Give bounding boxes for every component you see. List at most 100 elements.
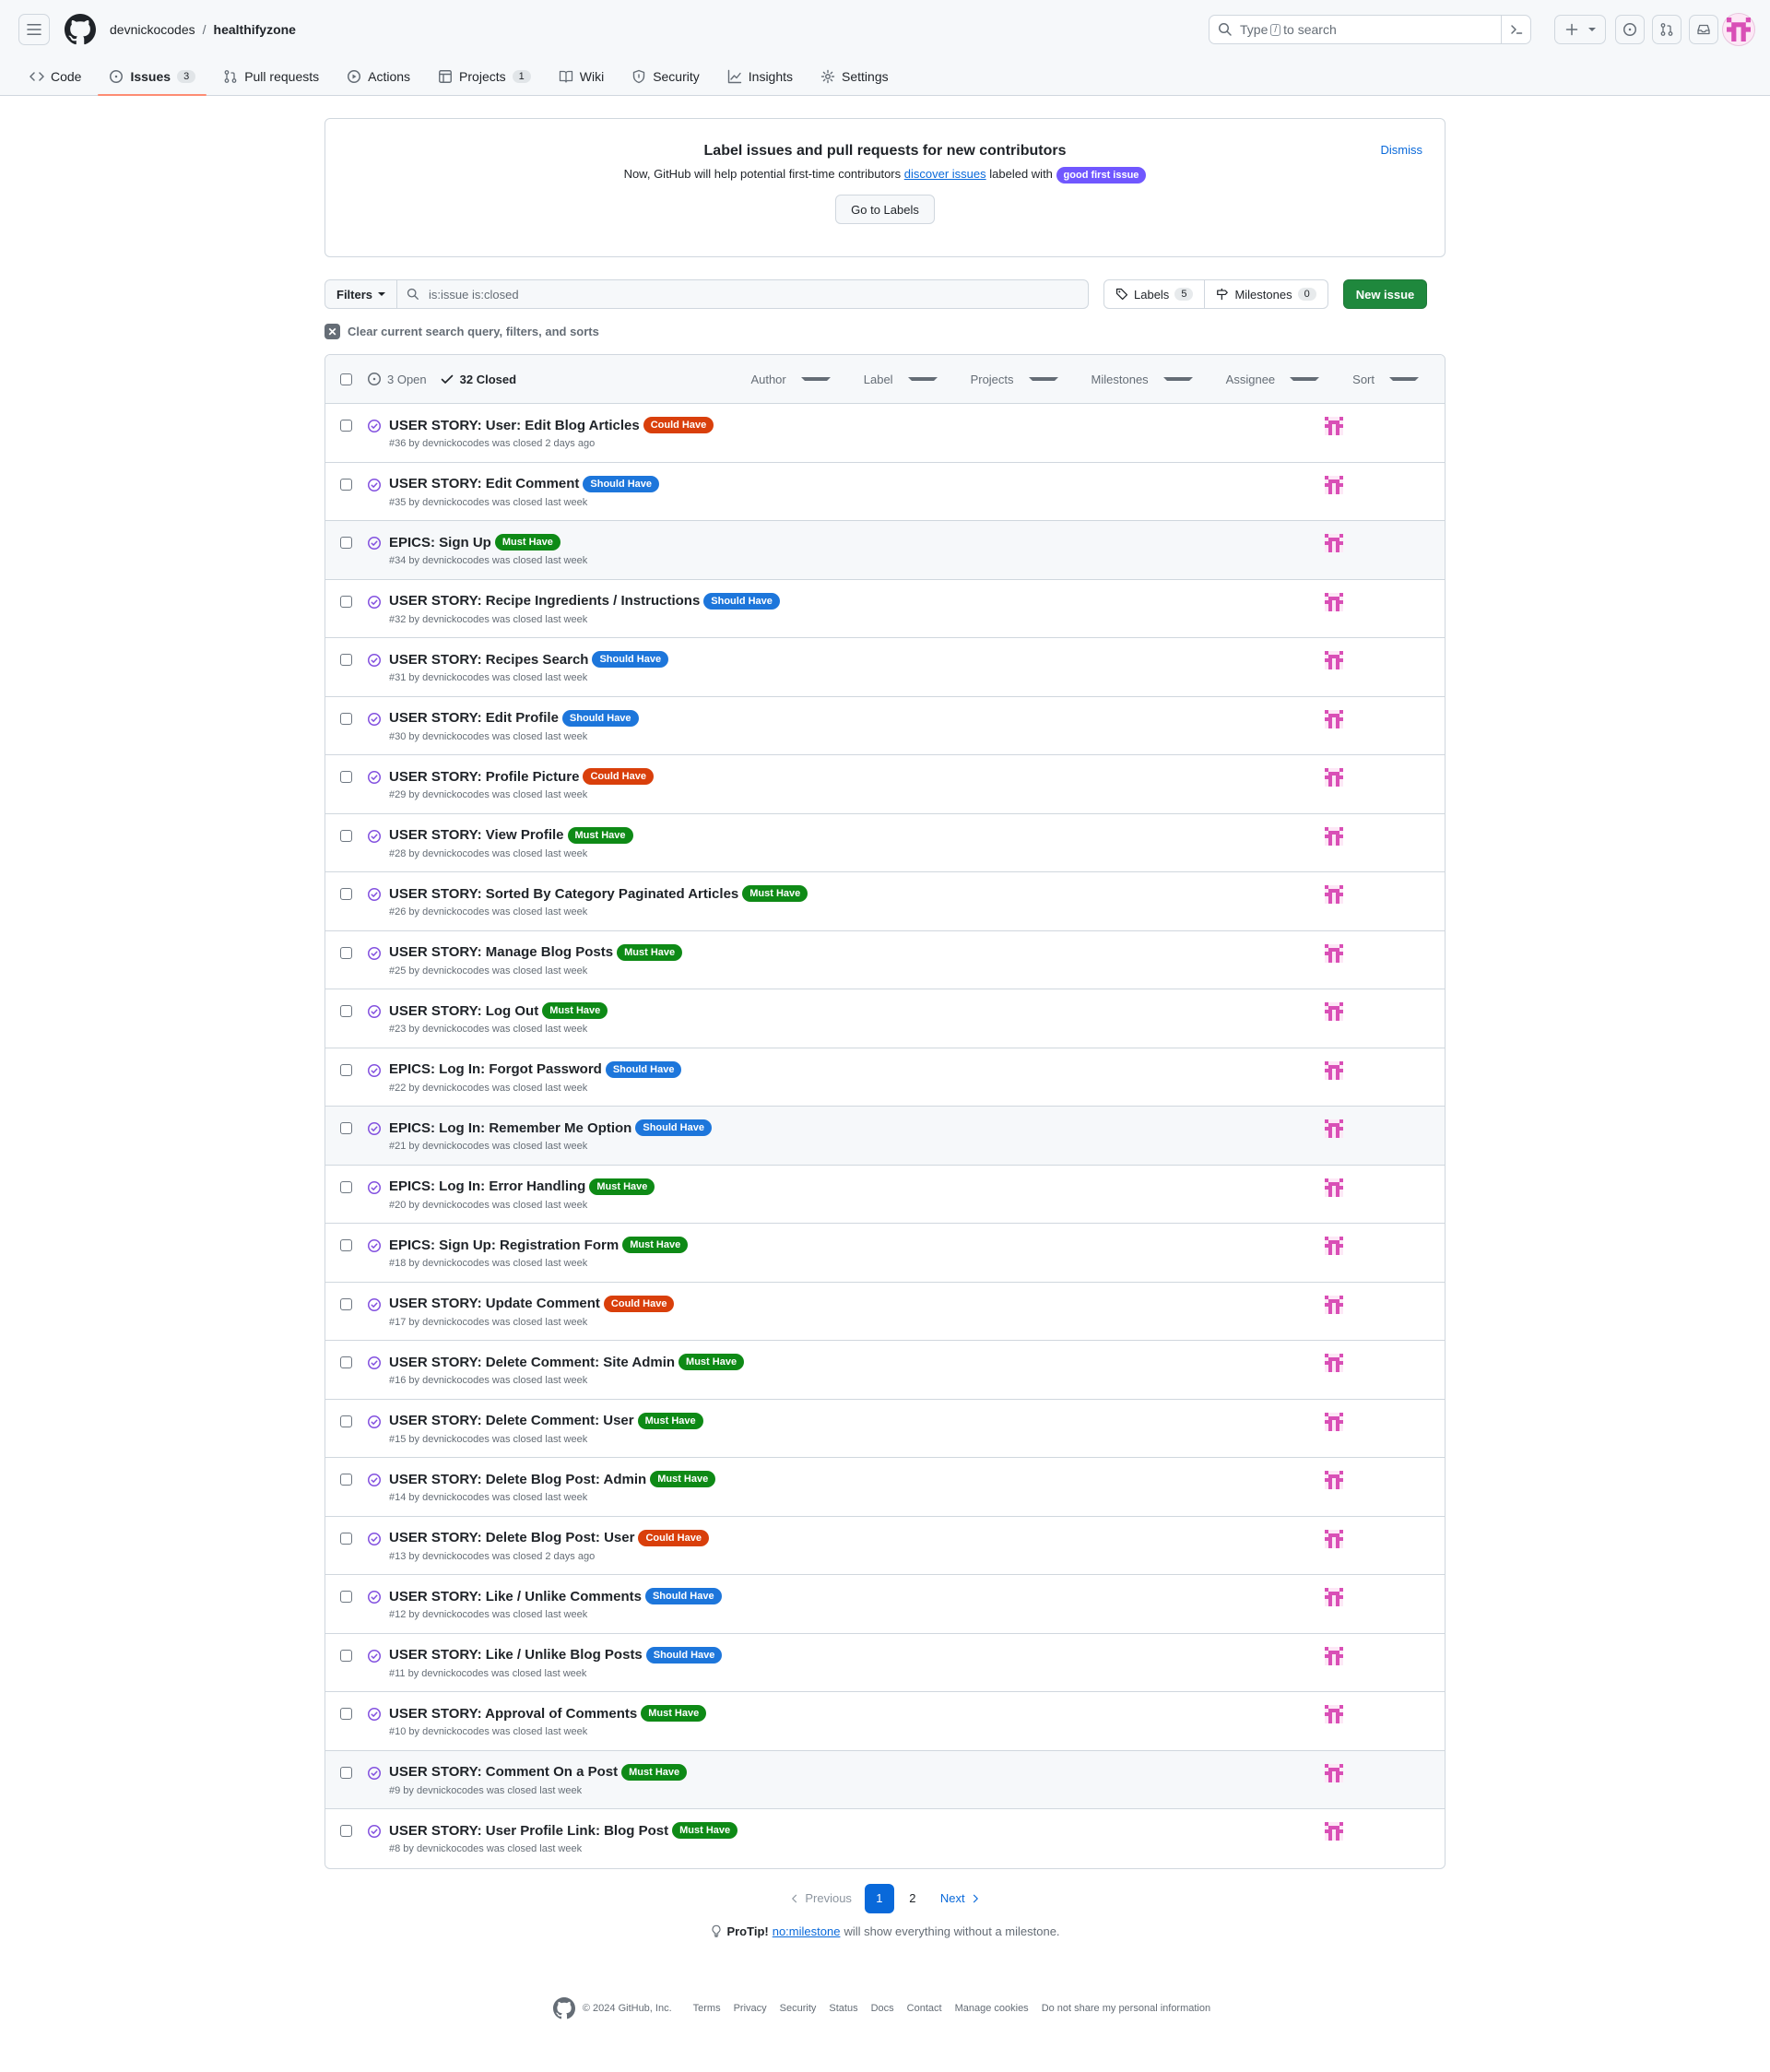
tab-actions[interactable]: Actions — [336, 58, 421, 95]
issue-label[interactable]: Must Have — [678, 1354, 745, 1370]
issue-checkbox[interactable] — [340, 1239, 352, 1251]
issue-label[interactable]: Must Have — [637, 1412, 703, 1429]
issue-checkbox[interactable] — [340, 1825, 352, 1837]
issue-checkbox[interactable] — [340, 1474, 352, 1486]
issue-checkbox[interactable] — [340, 1180, 352, 1193]
assignee-avatar[interactable] — [1325, 1763, 1343, 1782]
issue-checkbox[interactable] — [340, 1005, 352, 1017]
inbox-button[interactable] — [1689, 15, 1718, 44]
issue-label[interactable]: Should Have — [635, 1119, 712, 1136]
assignee-avatar[interactable] — [1325, 1354, 1343, 1372]
issue-title-link[interactable]: USER STORY: Comment On a Post — [389, 1764, 618, 1780]
issue-title-link[interactable]: USER STORY: Sorted By Category Paginated… — [389, 886, 738, 902]
issue-checkbox[interactable] — [340, 537, 352, 549]
issue-title-link[interactable]: USER STORY: Approval of Comments — [389, 1706, 637, 1722]
issue-title-link[interactable]: USER STORY: Like / Unlike Comments — [389, 1589, 642, 1604]
issue-title-link[interactable]: USER STORY: Like / Unlike Blog Posts — [389, 1647, 643, 1663]
issue-label[interactable]: Should Have — [644, 1588, 722, 1604]
issue-checkbox[interactable] — [340, 771, 352, 783]
issue-label[interactable]: Must Have — [494, 534, 560, 551]
page-1-button[interactable]: 1 — [864, 1883, 894, 1913]
repo-name-link[interactable]: healthifyzone — [214, 22, 296, 37]
issue-checkbox[interactable] — [340, 1063, 352, 1076]
issue-label[interactable]: Must Have — [542, 1002, 608, 1019]
assignee-avatar[interactable] — [1325, 709, 1343, 728]
issue-row[interactable]: EPICS: Log In: Forgot Password Should Hav… — [325, 1048, 1445, 1107]
filter-projects-dropdown[interactable]: Projects — [949, 373, 1069, 386]
assignee-avatar[interactable] — [1325, 1529, 1343, 1548]
issue-row[interactable]: EPICS: Sign Up: Registration Form Must Ha… — [325, 1224, 1445, 1283]
issue-label[interactable]: Must Have — [617, 943, 683, 961]
dismiss-link[interactable]: Dismiss — [1381, 143, 1423, 157]
assignee-avatar[interactable] — [1325, 1646, 1343, 1665]
issue-label[interactable]: Should Have — [703, 592, 780, 610]
filters-button[interactable]: Filters — [324, 279, 398, 309]
issue-checkbox[interactable] — [340, 1532, 352, 1545]
issue-title-link[interactable]: USER STORY: Update Comment — [389, 1296, 600, 1311]
assignee-avatar[interactable] — [1325, 1060, 1343, 1080]
go-to-labels-button[interactable]: Go to Labels — [835, 195, 935, 224]
footer-link-contact[interactable]: Contact — [907, 2003, 942, 2014]
issue-row[interactable]: EPICS: Log In: Remember Me Option Should … — [325, 1107, 1445, 1166]
assignee-avatar[interactable] — [1325, 592, 1343, 611]
issue-label[interactable]: Could Have — [583, 768, 654, 785]
issue-checkbox[interactable] — [340, 888, 352, 900]
labels-button[interactable]: Labels 5 — [1103, 279, 1206, 309]
issue-checkbox[interactable] — [340, 1122, 352, 1134]
issue-row[interactable]: USER STORY: Delete Blog Post: Admin Must … — [325, 1458, 1445, 1517]
assignee-avatar[interactable] — [1325, 417, 1343, 435]
issue-label[interactable]: Should Have — [561, 709, 639, 727]
assignee-avatar[interactable] — [1325, 1119, 1343, 1138]
issue-title-link[interactable]: EPICS: Log In: Forgot Password — [389, 1061, 602, 1077]
issue-row[interactable]: EPICS: Log In: Error Handling Must Have #2… — [325, 1166, 1445, 1224]
tab-issues[interactable]: Issues 3 — [98, 58, 206, 96]
tab-pull-requests[interactable]: Pull requests — [212, 58, 330, 95]
assignee-avatar[interactable] — [1325, 943, 1343, 963]
milestones-button[interactable]: Milestones 0 — [1205, 279, 1328, 309]
tab-wiki[interactable]: Wiki — [548, 58, 615, 95]
issue-checkbox[interactable] — [340, 829, 352, 842]
assignee-avatar[interactable] — [1325, 534, 1343, 552]
issue-checkbox[interactable] — [340, 478, 352, 491]
issue-checkbox[interactable] — [340, 595, 352, 608]
issue-label[interactable]: Could Have — [638, 1529, 709, 1546]
issue-row[interactable]: USER STORY: Comment On a Post Must Have #9… — [325, 1750, 1445, 1809]
issue-row[interactable]: USER STORY: User: Edit Blog Articles Coul… — [325, 404, 1445, 463]
assignee-avatar[interactable] — [1325, 1412, 1343, 1431]
footer-link-status[interactable]: Status — [829, 2003, 857, 2014]
issue-title-link[interactable]: USER STORY: Log Out — [389, 1003, 538, 1019]
issue-title-link[interactable]: EPICS: Log In: Remember Me Option — [389, 1120, 631, 1136]
tab-settings[interactable]: Settings — [809, 58, 900, 95]
issue-title-link[interactable]: USER STORY: User Profile Link: Blog Post — [389, 1823, 668, 1839]
filter-author-dropdown[interactable]: Author — [728, 373, 841, 386]
assignee-avatar[interactable] — [1325, 1705, 1343, 1723]
footer-link-do-not-share-my-personal-information[interactable]: Do not share my personal information — [1042, 2003, 1210, 2014]
issue-title-link[interactable]: USER STORY: Edit Profile — [389, 710, 559, 726]
issue-label[interactable]: Must Have — [650, 1471, 716, 1487]
issue-title-link[interactable]: USER STORY: User: Edit Blog Articles — [389, 418, 640, 433]
issue-row[interactable]: USER STORY: Delete Comment: User Must Hav… — [325, 1400, 1445, 1458]
assignee-avatar[interactable] — [1325, 1588, 1343, 1606]
github-logo-icon[interactable] — [65, 13, 96, 45]
issue-label[interactable]: Should Have — [605, 1060, 682, 1078]
issue-label[interactable]: Must Have — [742, 885, 808, 902]
filter-assignee-dropdown[interactable]: Assignee — [1204, 373, 1330, 386]
issue-row[interactable]: USER STORY: View Profile Must Have #28 by … — [325, 814, 1445, 872]
issue-label[interactable]: Must Have — [567, 826, 633, 844]
issue-row[interactable]: USER STORY: Like / Unlike Blog Posts Shou… — [325, 1634, 1445, 1692]
issue-checkbox[interactable] — [340, 1766, 352, 1779]
footer-link-privacy[interactable]: Privacy — [734, 2003, 767, 2014]
issue-label[interactable]: Must Have — [589, 1178, 655, 1195]
assignee-avatar[interactable] — [1325, 768, 1343, 787]
issue-row[interactable]: USER STORY: Like / Unlike Comments Should… — [325, 1575, 1445, 1634]
issue-label[interactable]: Could Have — [643, 417, 714, 433]
issue-title-link[interactable]: EPICS: Log In: Error Handling — [389, 1178, 585, 1194]
page-2-button[interactable]: 2 — [898, 1884, 927, 1913]
issue-checkbox[interactable] — [340, 420, 352, 432]
issue-row[interactable]: USER STORY: Update Comment Could Have #17 … — [325, 1283, 1445, 1341]
assignee-avatar[interactable] — [1325, 1822, 1343, 1841]
repo-owner-link[interactable]: devnickocodes — [110, 22, 195, 37]
issue-checkbox[interactable] — [340, 654, 352, 666]
issue-label[interactable]: Must Have — [672, 1822, 738, 1839]
your-issues-button[interactable] — [1615, 15, 1645, 44]
